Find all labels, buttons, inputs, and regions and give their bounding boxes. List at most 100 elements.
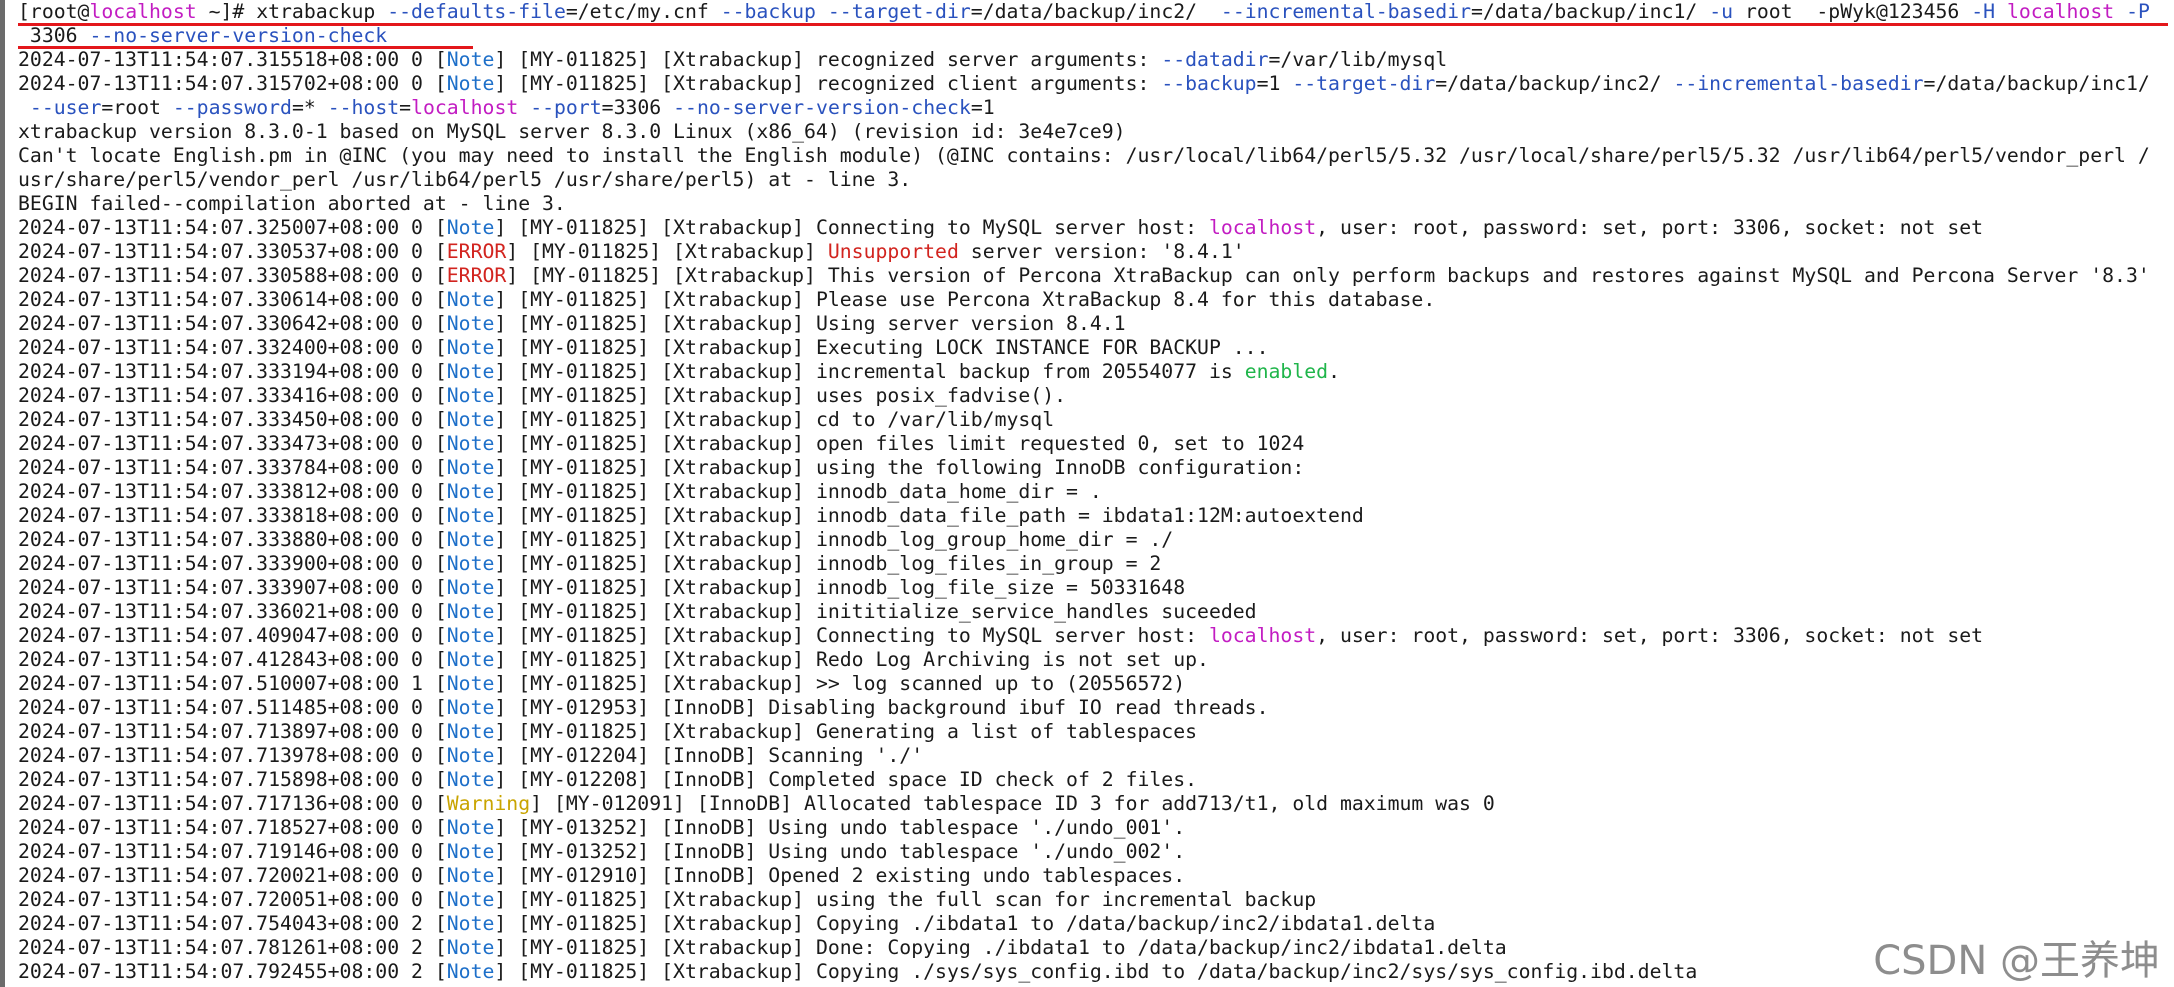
log-segment-plain: ] [MY-011825] [Xtrabackup] incremental b… <box>494 360 1245 383</box>
log-segment-plain: ] [MY-011825] [Xtrabackup] Using server … <box>494 312 1126 335</box>
log-line: 2024-07-13T11:54:07.315702+08:00 0 [Note… <box>18 72 2174 96</box>
log-segment-note: Note <box>446 720 495 743</box>
log-line: 2024-07-13T11:54:07.754043+08:00 2 [Note… <box>18 912 2174 936</box>
log-line: --user=root --password=* --host=localhos… <box>18 96 2174 120</box>
log-segment-host: localhost <box>1208 216 1317 239</box>
log-segment-host: localhost <box>2006 0 2115 23</box>
log-segment-flag: --no-server-version-check <box>89 24 388 47</box>
log-line: 2024-07-13T11:54:07.333473+08:00 0 [Note… <box>18 432 2174 456</box>
log-segment-note: Note <box>446 528 495 551</box>
log-segment-host: localhost <box>89 0 197 23</box>
log-segment-plain: ] [MY-011825] [Xtrabackup] innodb_data_h… <box>494 480 1102 503</box>
log-segment-plain: 2024-07-13T11:54:07.715898+08:00 0 [ <box>18 768 447 791</box>
log-line: 2024-07-13T11:54:07.333416+08:00 0 [Note… <box>18 384 2174 408</box>
log-line: 2024-07-13T11:54:07.333818+08:00 0 [Note… <box>18 504 2174 528</box>
log-segment-plain: =/data/backup/inc2/ <box>970 0 1221 23</box>
log-segment-plain: Can't locate English.pm in @INC (you may… <box>18 144 2150 167</box>
log-segment-flag: --backup --target-dir <box>720 0 971 23</box>
log-line: 2024-07-13T11:54:07.330537+08:00 0 [ERRO… <box>18 240 2174 264</box>
log-segment-plain: ] [MY-011825] [Xtrabackup] <box>506 240 828 263</box>
log-segment-plain: 2024-07-13T11:54:07.409047+08:00 0 [ <box>18 624 447 647</box>
log-segment-plain: ] [MY-011825] [Xtrabackup] Done: Copying… <box>494 936 1507 959</box>
log-segment-plain: 2024-07-13T11:54:07.315518+08:00 0 [ <box>18 48 447 71</box>
log-line: 2024-07-13T11:54:07.333194+08:00 0 [Note… <box>18 360 2174 384</box>
log-segment-plain: 2024-07-13T11:54:07.720051+08:00 0 [ <box>18 888 447 911</box>
log-segment-plain: 2024-07-13T11:54:07.754043+08:00 2 [ <box>18 912 447 935</box>
log-line: 2024-07-13T11:54:07.315518+08:00 0 [Note… <box>18 48 2174 72</box>
log-segment-flag: --port <box>530 96 602 119</box>
log-segment-note: Note <box>446 504 495 527</box>
log-segment-plain: =1 <box>970 96 995 119</box>
log-segment-plain: ] [MY-012204] [InnoDB] Scanning './' <box>494 744 924 767</box>
log-segment-plain: ] [MY-011825] [Xtrabackup] Connecting to… <box>494 216 1209 239</box>
log-segment-plain: 2024-07-13T11:54:07.332400+08:00 0 [ <box>18 336 447 359</box>
log-segment-enabled: enabled <box>1244 360 1329 383</box>
log-segment-plain: 2024-07-13T11:54:07.510007+08:00 1 [ <box>18 672 447 695</box>
log-segment-plain: 2024-07-13T11:54:07.330614+08:00 0 [ <box>18 288 447 311</box>
log-segment-plain: usr/share/perl5/vendor_perl /usr/lib64/p… <box>18 168 912 191</box>
log-segment-plain: 2024-07-13T11:54:07.717136+08:00 0 [ <box>18 792 447 815</box>
log-segment-plain: ] [MY-011825] [Xtrabackup] cd to /var/li… <box>494 408 1055 431</box>
log-segment-plain: 2024-07-13T11:54:07.713897+08:00 0 [ <box>18 720 447 743</box>
log-line: 2024-07-13T11:54:07.720051+08:00 0 [Note… <box>18 888 2174 912</box>
log-segment-plain: ] [MY-011825] [Xtrabackup] Copying ./sys… <box>494 960 1698 983</box>
log-segment-flag: --password <box>172 96 292 119</box>
log-segment-plain: 2024-07-13T11:54:07.330642+08:00 0 [ <box>18 312 447 335</box>
log-segment-note: Note <box>446 384 495 407</box>
log-segment-plain: ] [MY-012208] [InnoDB] Completed space I… <box>494 768 1198 791</box>
log-segment-plain: 2024-07-13T11:54:07.333784+08:00 0 [ <box>18 456 447 479</box>
log-segment-note: Note <box>446 888 495 911</box>
log-segment-plain <box>2114 0 2126 23</box>
log-segment-flag: --user <box>29 96 102 119</box>
log-segment-note: Note <box>446 672 495 695</box>
log-segment-plain: ] [MY-011825] [Xtrabackup] Copying ./ibd… <box>494 912 1436 935</box>
log-segment-note: Note <box>446 864 495 887</box>
log-segment-plain: 2024-07-13T11:54:07.336021+08:00 0 [ <box>18 600 447 623</box>
log-line: 2024-07-13T11:54:07.781261+08:00 2 [Note… <box>18 936 2174 960</box>
log-segment-plain: = <box>399 96 412 119</box>
log-line: 2024-07-13T11:54:07.715898+08:00 0 [Note… <box>18 768 2174 792</box>
log-segment-plain: 2024-07-13T11:54:07.330588+08:00 0 [ <box>18 264 447 287</box>
log-segment-note: Note <box>446 312 495 335</box>
log-segment-plain: ] [MY-011825] [Xtrabackup] innodb_data_f… <box>494 504 1364 527</box>
log-segment-host: localhost <box>411 96 519 119</box>
log-segment-plain: =1 <box>1256 72 1293 95</box>
log-line: 2024-07-13T11:54:07.713897+08:00 0 [Note… <box>18 720 2174 744</box>
log-segment-note: Note <box>446 744 495 767</box>
log-segment-error: ERROR <box>446 264 507 287</box>
command-line: [root@localhost ~]# xtrabackup --default… <box>18 0 2174 24</box>
command-highlight-underline <box>18 23 2168 26</box>
log-line: 2024-07-13T11:54:07.409047+08:00 0 [Note… <box>18 624 2174 648</box>
log-line: usr/share/perl5/vendor_perl /usr/lib64/p… <box>18 168 2174 192</box>
log-line: Can't locate English.pm in @INC (you may… <box>18 144 2174 168</box>
log-segment-note: Note <box>446 960 495 983</box>
log-segment-plain: ] [MY-013252] [InnoDB] Using undo tables… <box>494 816 1186 839</box>
log-segment-error: ERROR <box>446 240 507 263</box>
log-line: 2024-07-13T11:54:07.720021+08:00 0 [Note… <box>18 864 2174 888</box>
command-highlight-underline-continued <box>18 46 473 49</box>
terminal-window[interactable]: [root@localhost ~]# xtrabackup --default… <box>0 0 2174 987</box>
log-segment-plain <box>518 96 530 119</box>
log-segment-plain: ] [MY-011825] [Xtrabackup] innodb_log_fi… <box>494 552 1162 575</box>
log-segment-plain: 2024-07-13T11:54:07.333900+08:00 0 [ <box>18 552 447 575</box>
log-segment-plain: 2024-07-13T11:54:07.333194+08:00 0 [ <box>18 360 447 383</box>
log-segment-plain: ] [MY-011825] [Xtrabackup] Connecting to… <box>494 624 1209 647</box>
log-segment-note: Note <box>446 648 495 671</box>
log-segment-plain: ] [MY-011825] [Xtrabackup] Redo Log Arch… <box>494 648 1209 671</box>
watermark: CSDN @王养坤 <box>1873 938 2160 984</box>
log-segment-plain: =root <box>101 96 173 119</box>
log-segment-plain: =/data/backup/inc1/ <box>1923 72 2150 95</box>
log-segment-note: Note <box>446 576 495 599</box>
log-segment-plain: ] [MY-011825] [Xtrabackup] Executing LOC… <box>494 336 1269 359</box>
log-line: 2024-07-13T11:54:07.330642+08:00 0 [Note… <box>18 312 2174 336</box>
log-segment-plain: 2024-07-13T11:54:07.330537+08:00 0 [ <box>18 240 447 263</box>
log-segment-plain: xtrabackup version 8.3.0-1 based on MySQ… <box>18 120 1126 143</box>
log-segment-plain: =/data/backup/inc1/ <box>1471 0 1710 23</box>
log-segment-note: Note <box>446 480 495 503</box>
log-segment-flag: --defaults-file <box>387 0 566 23</box>
log-segment-plain: ] [MY-011825] [Xtrabackup] using the fol… <box>494 456 1305 479</box>
log-segment-plain: ] [MY-011825] [Xtrabackup] uses posix_fa… <box>494 384 1067 407</box>
log-segment-plain: =/data/backup/inc2/ <box>1435 72 1674 95</box>
log-segment-plain: ] [MY-013252] [InnoDB] Using undo tables… <box>494 840 1186 863</box>
log-segment-flag: --incremental-basedir <box>1673 72 1924 95</box>
